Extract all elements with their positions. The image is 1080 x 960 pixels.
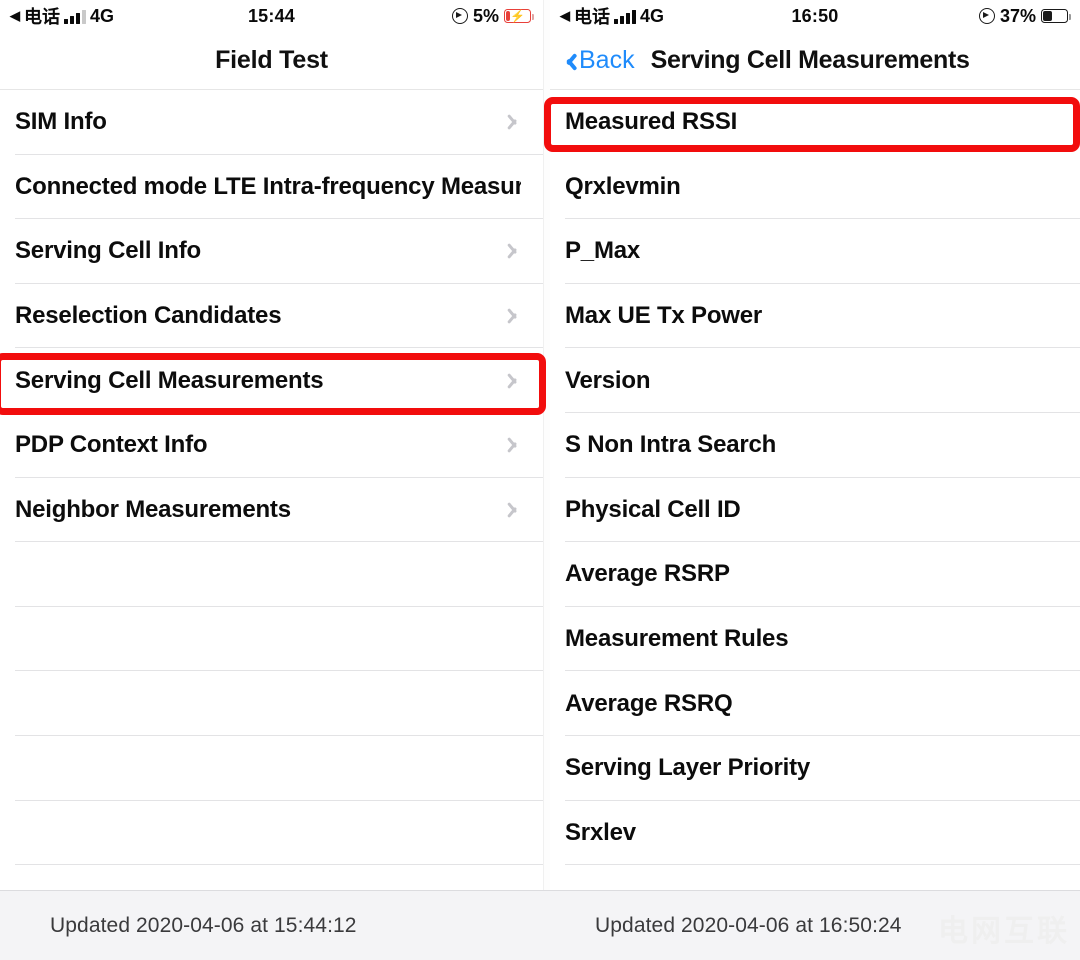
list-item-average-rsrp[interactable]: Average RSRP — [550, 542, 1080, 607]
list-item-label: Average RSRQ — [565, 689, 733, 717]
left-updated-timestamp: Updated 2020-04-06 at 15:44:12 — [50, 913, 357, 937]
list-item-empty — [0, 735, 543, 801]
left-nav-bar: Field Test — [0, 32, 543, 90]
left-footer: Updated 2020-04-06 at 15:44:12 — [0, 891, 540, 960]
list-item-label: Qrxlevmin — [565, 172, 681, 200]
list-item-srxlev[interactable]: Srxlev — [550, 800, 1080, 866]
list-item-serving-layer-priority[interactable]: Serving Layer Priority — [550, 735, 1080, 801]
list-item-label: Neighbor Measurements — [15, 495, 291, 523]
list-item-label: Measured RSSI — [565, 108, 738, 136]
row-separator — [15, 864, 543, 866]
battery-low-charging-icon: ⚡ — [504, 9, 534, 23]
list-item-label: S Non Intra Search — [565, 431, 777, 459]
left-status-right-group: 5% ⚡ — [451, 5, 534, 27]
list-item-pdp-context-info[interactable]: PDP Context Info — [0, 412, 543, 478]
list-item-version[interactable]: Version — [550, 348, 1080, 413]
serving-cell-measurements-list: Measured RSSI Qrxlevmin P_Max Max UE Tx … — [550, 90, 1080, 866]
left-status-bar: ◀ 电话 4G 15:44 5% ⚡ — [0, 0, 543, 32]
right-nav-bar: Back Serving Cell Measurements — [550, 32, 1080, 90]
list-item-label: Physical Cell ID — [565, 495, 741, 523]
list-item-sim-info[interactable]: SIM Info — [0, 90, 543, 155]
chevron-right-icon — [508, 111, 521, 133]
back-button-label: Back — [579, 46, 635, 74]
list-item-s-non-intra-search[interactable]: S Non Intra Search — [550, 412, 1080, 478]
list-item-label: Srxlev — [565, 818, 636, 846]
list-item-label: Connected mode LTE Intra-frequency Measu… — [15, 172, 521, 200]
right-updated-timestamp: Updated 2020-04-06 at 16:50:24 — [595, 913, 902, 937]
list-item-serving-cell-info[interactable]: Serving Cell Info — [0, 219, 543, 284]
chevron-right-icon — [508, 434, 521, 456]
right-footer: Updated 2020-04-06 at 16:50:24 — [540, 891, 1080, 960]
field-test-dual-screenshot: ◀ 电话 4G 15:44 5% ⚡ Field Test SIM Info C… — [0, 0, 1080, 960]
panel-container: ◀ 电话 4G 15:44 5% ⚡ Field Test SIM Info C… — [0, 0, 1080, 890]
panel-divider — [543, 0, 550, 890]
list-item-label: Serving Cell Measurements — [15, 366, 324, 394]
chevron-right-icon — [508, 499, 521, 521]
left-panel: ◀ 电话 4G 15:44 5% ⚡ Field Test SIM Info C… — [0, 0, 543, 890]
right-status-right-group: 37% — [978, 5, 1071, 27]
row-separator — [565, 864, 1080, 866]
chevron-left-icon — [562, 50, 575, 72]
list-item-label: Average RSRP — [565, 560, 730, 588]
list-item-label: Max UE Tx Power — [565, 302, 763, 330]
footer-bar: Updated 2020-04-06 at 15:44:12 Updated 2… — [0, 890, 1080, 960]
left-page-title: Field Test — [215, 46, 328, 74]
list-item-measured-rssi[interactable]: Measured RSSI — [550, 90, 1080, 155]
chevron-right-icon — [508, 370, 521, 392]
list-item-label: Reselection Candidates — [15, 302, 282, 330]
list-item-empty — [0, 542, 543, 607]
list-item-empty — [0, 606, 543, 672]
list-item-physical-cell-id[interactable]: Physical Cell ID — [550, 477, 1080, 543]
field-test-menu-list: SIM Info Connected mode LTE Intra-freque… — [0, 90, 543, 866]
battery-percent-label: 37% — [999, 5, 1036, 26]
right-status-bar: ◀ 电话 4G 16:50 37% — [550, 0, 1080, 32]
battery-percent-label: 5% — [472, 5, 499, 26]
list-item-max-ue-tx-power[interactable]: Max UE Tx Power — [550, 283, 1080, 349]
list-item-label: PDP Context Info — [15, 431, 208, 459]
list-item-qrxlevmin[interactable]: Qrxlevmin — [550, 154, 1080, 220]
list-item-neighbor-measurements[interactable]: Neighbor Measurements — [0, 477, 543, 543]
list-item-label: Measurement Rules — [565, 625, 789, 653]
list-item-empty — [0, 800, 543, 866]
list-item-label: Serving Layer Priority — [565, 754, 811, 782]
list-item-measurement-rules[interactable]: Measurement Rules — [550, 606, 1080, 672]
location-arrow-icon — [451, 8, 468, 24]
location-arrow-icon — [978, 8, 995, 24]
list-item-average-rsrq[interactable]: Average RSRQ — [550, 671, 1080, 736]
right-page-title: Serving Cell Measurements — [650, 46, 970, 74]
right-panel: ◀ 电话 4G 16:50 37% Back Serving Cell Meas… — [550, 0, 1080, 890]
list-item-label: Version — [565, 366, 651, 394]
list-item-p-max[interactable]: P_Max — [550, 219, 1080, 284]
list-item-connected-mode-lte-intra-frequency-measurements[interactable]: Connected mode LTE Intra-frequency Measu… — [0, 154, 543, 220]
list-item-label: SIM Info — [15, 108, 107, 136]
chevron-right-icon — [508, 240, 521, 262]
battery-icon — [1041, 9, 1071, 23]
list-item-serving-cell-measurements[interactable]: Serving Cell Measurements — [0, 348, 543, 413]
chevron-right-icon — [508, 305, 521, 327]
back-button[interactable]: Back — [550, 46, 635, 75]
list-item-label: P_Max — [565, 237, 641, 265]
list-item-label: Serving Cell Info — [15, 237, 201, 265]
list-item-empty — [0, 671, 543, 736]
list-item-reselection-candidates[interactable]: Reselection Candidates — [0, 283, 543, 349]
